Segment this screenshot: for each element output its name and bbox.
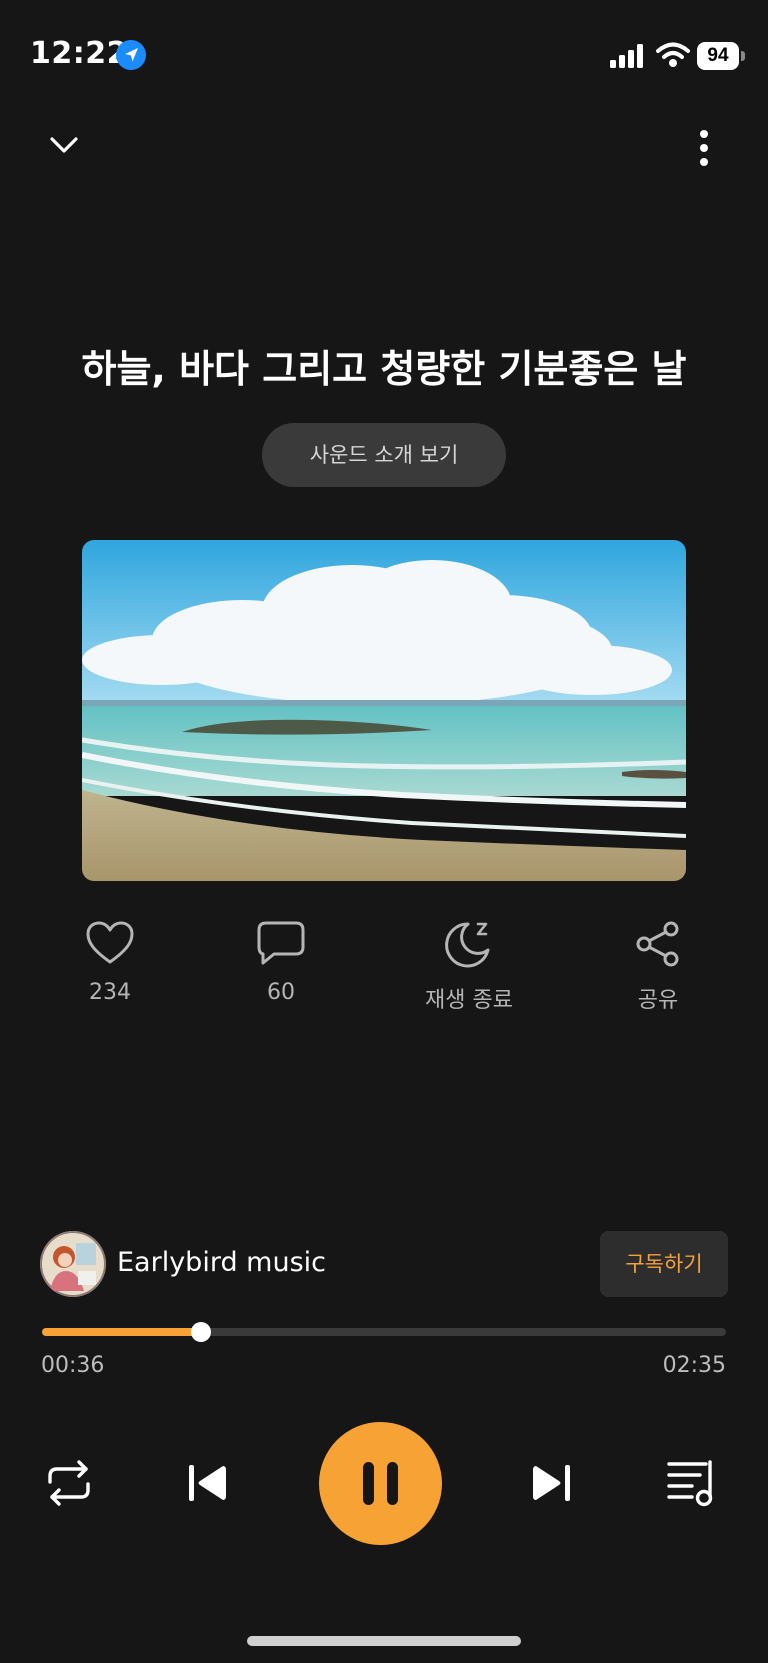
sleep-timer-button[interactable]: 재생 종료: [399, 920, 539, 1014]
subscribe-button[interactable]: 구독하기: [600, 1231, 728, 1297]
progress-bar[interactable]: [42, 1322, 726, 1342]
chevron-down-icon[interactable]: [44, 126, 84, 166]
action-bar: 234 60 재생 종료 공유: [0, 920, 768, 1030]
share-icon: [636, 921, 679, 967]
battery-icon: 94: [697, 42, 745, 70]
location-arrow-icon: [116, 40, 146, 70]
previous-track-icon[interactable]: [186, 1462, 228, 1504]
total-time: 02:35: [662, 1353, 726, 1378]
cellular-signal-icon: [610, 44, 643, 68]
progress-handle[interactable]: [190, 1322, 211, 1342]
sleep-timer-icon: [445, 922, 490, 968]
battery-level: 94: [697, 42, 739, 70]
share-button[interactable]: 공유: [588, 920, 728, 1014]
playlist-icon[interactable]: [666, 1458, 720, 1508]
pause-button[interactable]: [319, 1422, 442, 1545]
comment-icon: [257, 921, 305, 965]
status-bar: 12:22 94: [0, 0, 768, 110]
cover-artwork: [82, 540, 686, 881]
repeat-icon[interactable]: [44, 1458, 94, 1508]
progress-fill: [42, 1328, 201, 1336]
current-time: 00:36: [41, 1353, 105, 1378]
track-title: 하늘, 바다 그리고 청량한 기분좋은 날: [81, 347, 687, 391]
more-vertical-icon[interactable]: [690, 126, 718, 170]
comment-count: 60: [267, 980, 295, 1005]
channel-avatar[interactable]: [40, 1231, 106, 1297]
next-track-icon[interactable]: [531, 1462, 573, 1504]
heart-icon: [86, 921, 134, 964]
share-label: 공유: [637, 988, 679, 1013]
like-count: 234: [89, 980, 131, 1005]
pause-icon: [363, 1462, 398, 1505]
home-indicator: [247, 1636, 521, 1646]
sound-intro-button[interactable]: 사운드 소개 보기: [262, 423, 506, 487]
sleep-timer-label: 재생 종료: [425, 988, 513, 1013]
channel-name[interactable]: Earlybird music: [117, 1247, 326, 1278]
wifi-icon: [656, 42, 690, 67]
comment-button[interactable]: 60: [211, 920, 351, 1005]
playback-controls: [0, 1420, 768, 1550]
like-button[interactable]: 234: [40, 920, 180, 1005]
status-time: 12:22: [30, 36, 128, 71]
